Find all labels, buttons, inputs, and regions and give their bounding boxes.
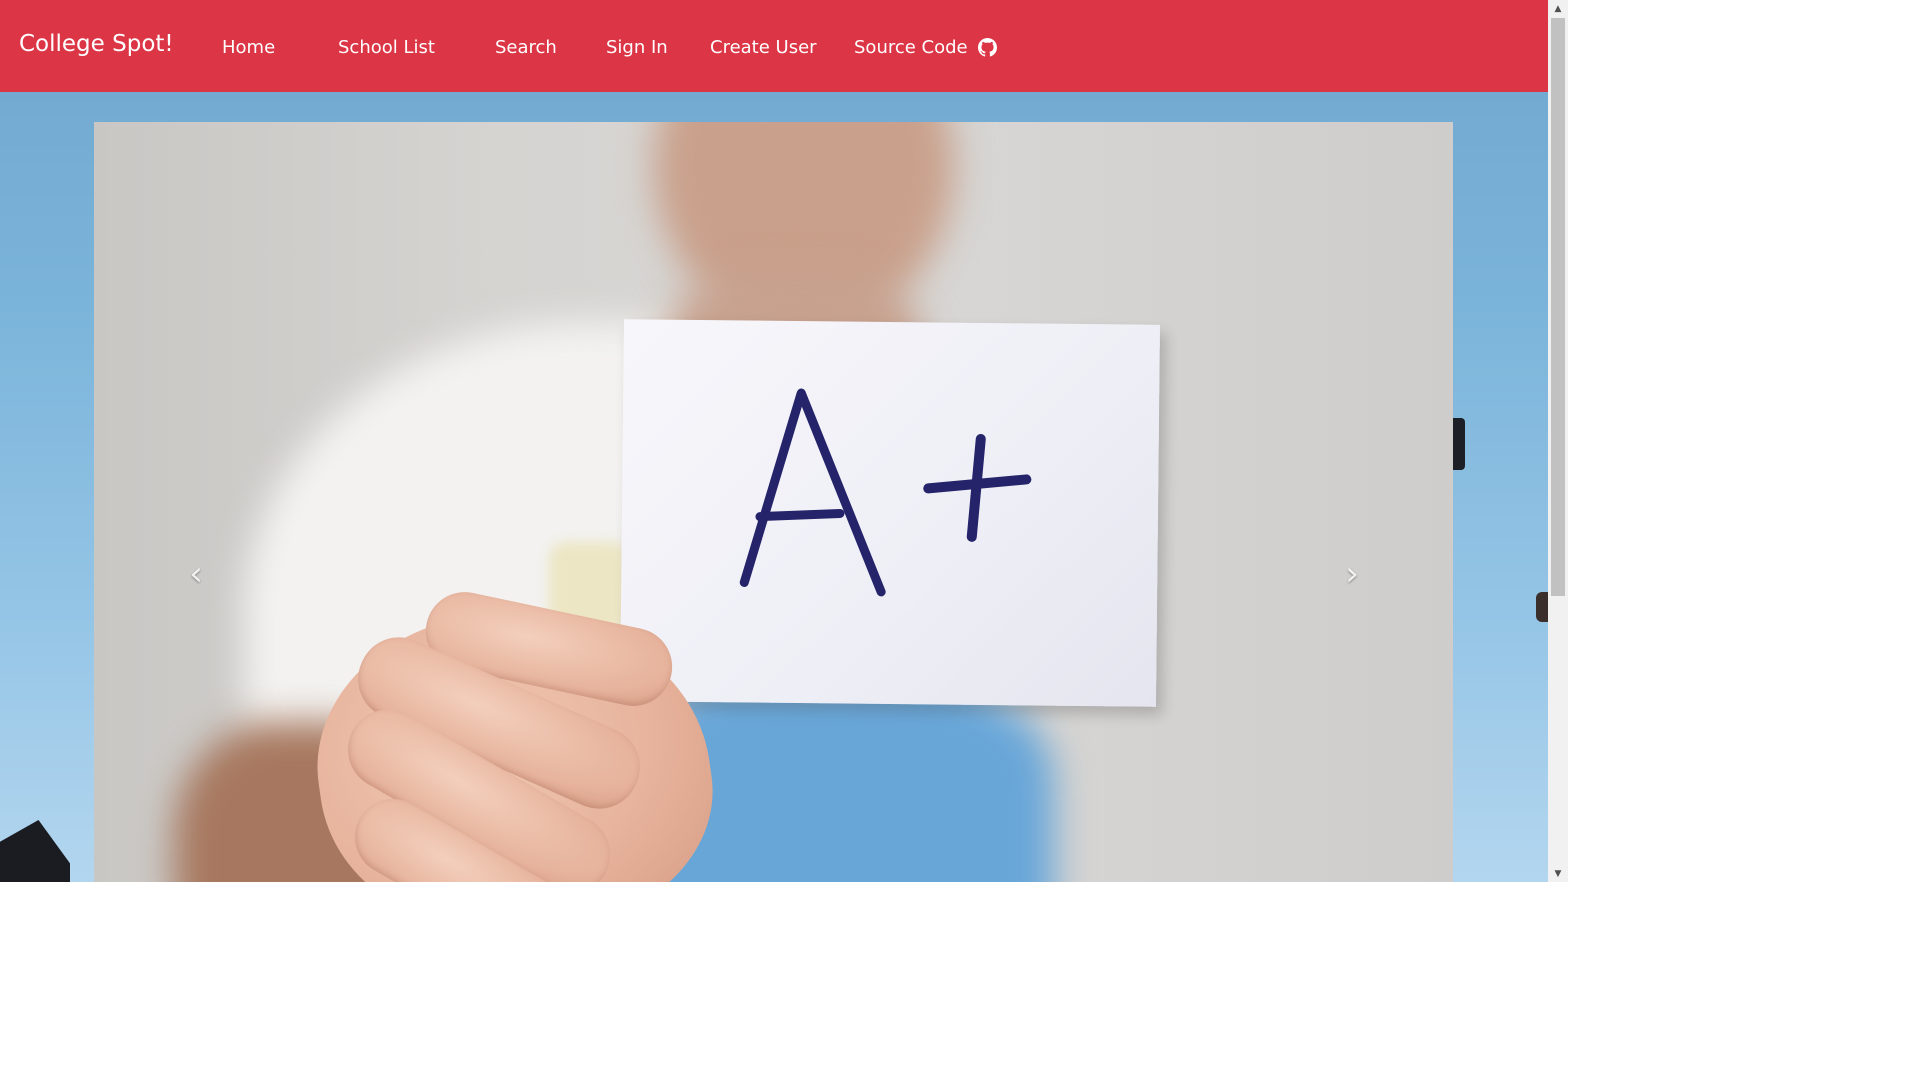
source-code-label: Source Code [854,37,968,58]
carousel-next-button[interactable]: › [1332,552,1372,596]
nav-sign-in-link[interactable]: Sign In [606,37,668,58]
github-icon [977,38,997,57]
nav-source-code-link[interactable]: Source Code [854,37,997,58]
graduation-cap-image [1536,592,1548,622]
nav-create-user-link[interactable]: Create User [710,37,817,58]
nav-home-link[interactable]: Home [222,37,275,58]
nav-school-list-link[interactable]: School List [338,37,435,58]
chevron-right-icon: › [1345,554,1359,594]
grade-text-drawing [739,388,1032,597]
scrollbar-thumb[interactable] [1551,18,1565,596]
carousel-prev-button[interactable]: ‹ [176,552,216,596]
vertical-scrollbar[interactable]: ▲ ▼ [1548,0,1568,882]
nav-search-link[interactable]: Search [495,37,557,58]
scroll-down-arrow-icon[interactable]: ▼ [1548,865,1568,882]
scroll-up-arrow-icon[interactable]: ▲ [1548,0,1568,17]
top-navbar: College Spot! Home School List Search Si… [0,0,1548,92]
brand-link[interactable]: College Spot! [19,31,174,57]
chevron-left-icon: ‹ [189,554,203,594]
image-carousel: ‹ › [94,122,1453,882]
graduation-cap-image [0,820,70,882]
grade-card [620,319,1160,707]
graduation-cap-image [1453,418,1465,470]
